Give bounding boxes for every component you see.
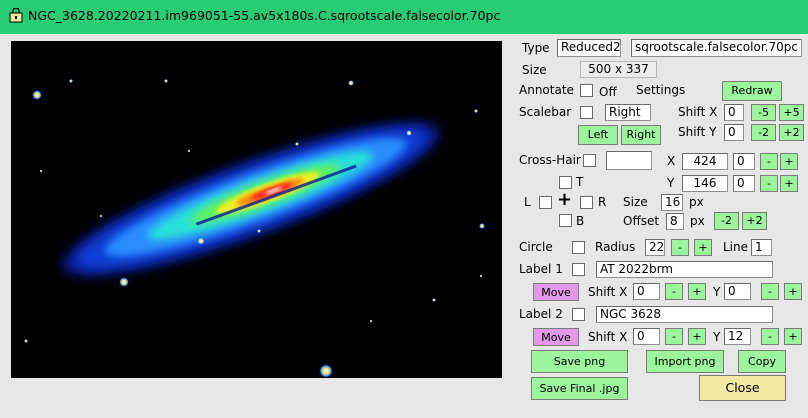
- label2-label: Label 2: [519, 307, 563, 321]
- circle-radius-plus-button[interactable]: +: [694, 239, 712, 256]
- scalebar-shift-x-field[interactable]: 0: [724, 104, 744, 121]
- crosshair-offset-label: Offset: [623, 214, 660, 228]
- label1-shift-x-plus-button[interactable]: +: [688, 283, 706, 300]
- label2-text-field[interactable]: NGC 3628: [596, 306, 773, 323]
- scalebar-right-button[interactable]: Right: [621, 125, 661, 145]
- label2-shift-x-field[interactable]: 0: [633, 328, 660, 345]
- scalebar-label: Scalebar: [519, 105, 572, 119]
- size-field: 500 x 337: [580, 61, 657, 78]
- crosshair-bottom-checkbox[interactable]: [559, 214, 572, 227]
- copy-button[interactable]: Copy: [738, 350, 786, 373]
- scalebar-checkbox[interactable]: [580, 106, 593, 119]
- image-viewer[interactable]: [11, 41, 502, 378]
- scalebar-shift-x-label: Shift X: [678, 105, 718, 119]
- crosshair-y-plus-button[interactable]: +: [780, 175, 798, 192]
- crosshair-left-checkbox[interactable]: [539, 196, 552, 209]
- crosshair-top-label: T: [576, 175, 584, 189]
- size-label: Size: [522, 63, 547, 77]
- crosshair-offset-field[interactable]: 8: [666, 213, 684, 230]
- label2-y-field[interactable]: 12: [724, 328, 751, 345]
- crosshair-y-field[interactable]: 146: [682, 175, 728, 192]
- circle-line-field[interactable]: 1: [751, 239, 772, 256]
- scalebar-shift-y-field[interactable]: 0: [724, 124, 744, 141]
- scalebar-position-field[interactable]: Right: [605, 104, 651, 121]
- scalebar-shift-x-plus5-button[interactable]: +5: [779, 104, 804, 121]
- save-png-button[interactable]: Save png: [531, 350, 628, 373]
- label2-y-plus-button[interactable]: +: [784, 328, 802, 345]
- crosshair-bottom-label: B: [576, 214, 585, 228]
- crosshair-x-label: X: [667, 154, 676, 168]
- circle-radius-minus-button[interactable]: -: [671, 239, 689, 256]
- crosshair-size-unit: px: [689, 195, 704, 209]
- label1-move-button[interactable]: Move: [533, 283, 579, 301]
- scalebar-shift-x-minus5-button[interactable]: -5: [751, 104, 776, 121]
- window-title: NGC_3628.20220211.im969051-55.av5x180s.C…: [28, 8, 501, 23]
- annotate-label: Annotate: [519, 83, 574, 97]
- settings-label: Settings: [636, 83, 686, 97]
- crosshair-y-label: Y: [667, 176, 675, 190]
- galaxy-image: [11, 41, 502, 378]
- label1-shift-x-label: Shift X: [588, 285, 628, 299]
- scalebar-shift-y-minus2-button[interactable]: -2: [751, 124, 776, 141]
- close-button[interactable]: Close: [699, 375, 786, 401]
- label1-y-label: Y: [713, 285, 721, 299]
- circle-radius-label: Radius: [595, 240, 636, 254]
- crosshair-right-label: R: [598, 195, 607, 209]
- crosshair-x-step-field[interactable]: 0: [733, 153, 755, 170]
- label1-shift-x-field[interactable]: 0: [633, 283, 660, 300]
- crosshair-x-field[interactable]: 424: [682, 153, 728, 170]
- scale-field[interactable]: sqrootscale.falsecolor.70pc: [631, 39, 802, 57]
- type-label: Type: [522, 41, 550, 55]
- crosshair-y-step-field[interactable]: 0: [733, 175, 755, 192]
- crosshair-top-checkbox[interactable]: [559, 176, 572, 189]
- label2-shift-x-plus-button[interactable]: +: [688, 328, 706, 345]
- crosshair-offset-plus-button[interactable]: +2: [742, 212, 767, 230]
- crosshair-label: Cross-Hair: [519, 153, 581, 167]
- label1-y-field[interactable]: 0: [724, 283, 751, 300]
- label1-label: Label 1: [519, 262, 563, 276]
- label1-text-field[interactable]: AT 2022brm: [596, 261, 773, 278]
- crosshair-size-label: Size: [623, 195, 648, 209]
- crosshair-x-plus-button[interactable]: +: [780, 153, 798, 170]
- redraw-button[interactable]: Redraw: [722, 81, 782, 101]
- label1-checkbox[interactable]: [572, 263, 585, 276]
- annotate-state: Off: [599, 85, 617, 99]
- scalebar-shift-y-plus2-button[interactable]: +2: [779, 124, 804, 141]
- scalebar-left-button[interactable]: Left: [578, 125, 618, 145]
- circle-checkbox[interactable]: [572, 241, 585, 254]
- crosshair-right-checkbox[interactable]: [580, 196, 593, 209]
- label2-checkbox[interactable]: [572, 308, 585, 321]
- crosshair-left-label: L: [524, 195, 531, 209]
- crosshair-x-minus-button[interactable]: -: [760, 153, 778, 170]
- label2-shift-x-minus-button[interactable]: -: [665, 328, 683, 345]
- folder-lock-icon: [9, 8, 23, 23]
- crosshair-offset-unit: px: [690, 214, 705, 228]
- circle-label: Circle: [519, 240, 553, 254]
- label1-y-minus-button[interactable]: -: [761, 283, 779, 300]
- crosshair-offset-minus-button[interactable]: -2: [714, 212, 739, 230]
- label2-move-button[interactable]: Move: [533, 328, 579, 346]
- type-field[interactable]: Reduced2: [557, 39, 621, 57]
- label2-shift-x-label: Shift X: [588, 330, 628, 344]
- crosshair-center-symbol: +: [557, 189, 573, 210]
- crosshair-size-field[interactable]: 16: [661, 194, 683, 211]
- label1-y-plus-button[interactable]: +: [784, 283, 802, 300]
- label1-shift-x-minus-button[interactable]: -: [665, 283, 683, 300]
- save-final-jpg-button[interactable]: Save Final .jpg: [531, 377, 628, 400]
- label2-y-minus-button[interactable]: -: [761, 328, 779, 345]
- annotate-checkbox[interactable]: [580, 84, 593, 97]
- crosshair-y-minus-button[interactable]: -: [760, 175, 778, 192]
- crosshair-text-field[interactable]: [606, 151, 652, 170]
- scalebar-shift-y-label: Shift Y: [678, 125, 717, 139]
- circle-line-label: Line: [723, 240, 749, 254]
- circle-radius-field[interactable]: 22: [645, 239, 665, 256]
- crosshair-checkbox[interactable]: [583, 154, 596, 167]
- import-png-button[interactable]: Import png: [646, 350, 724, 373]
- label2-y-label: Y: [713, 330, 721, 344]
